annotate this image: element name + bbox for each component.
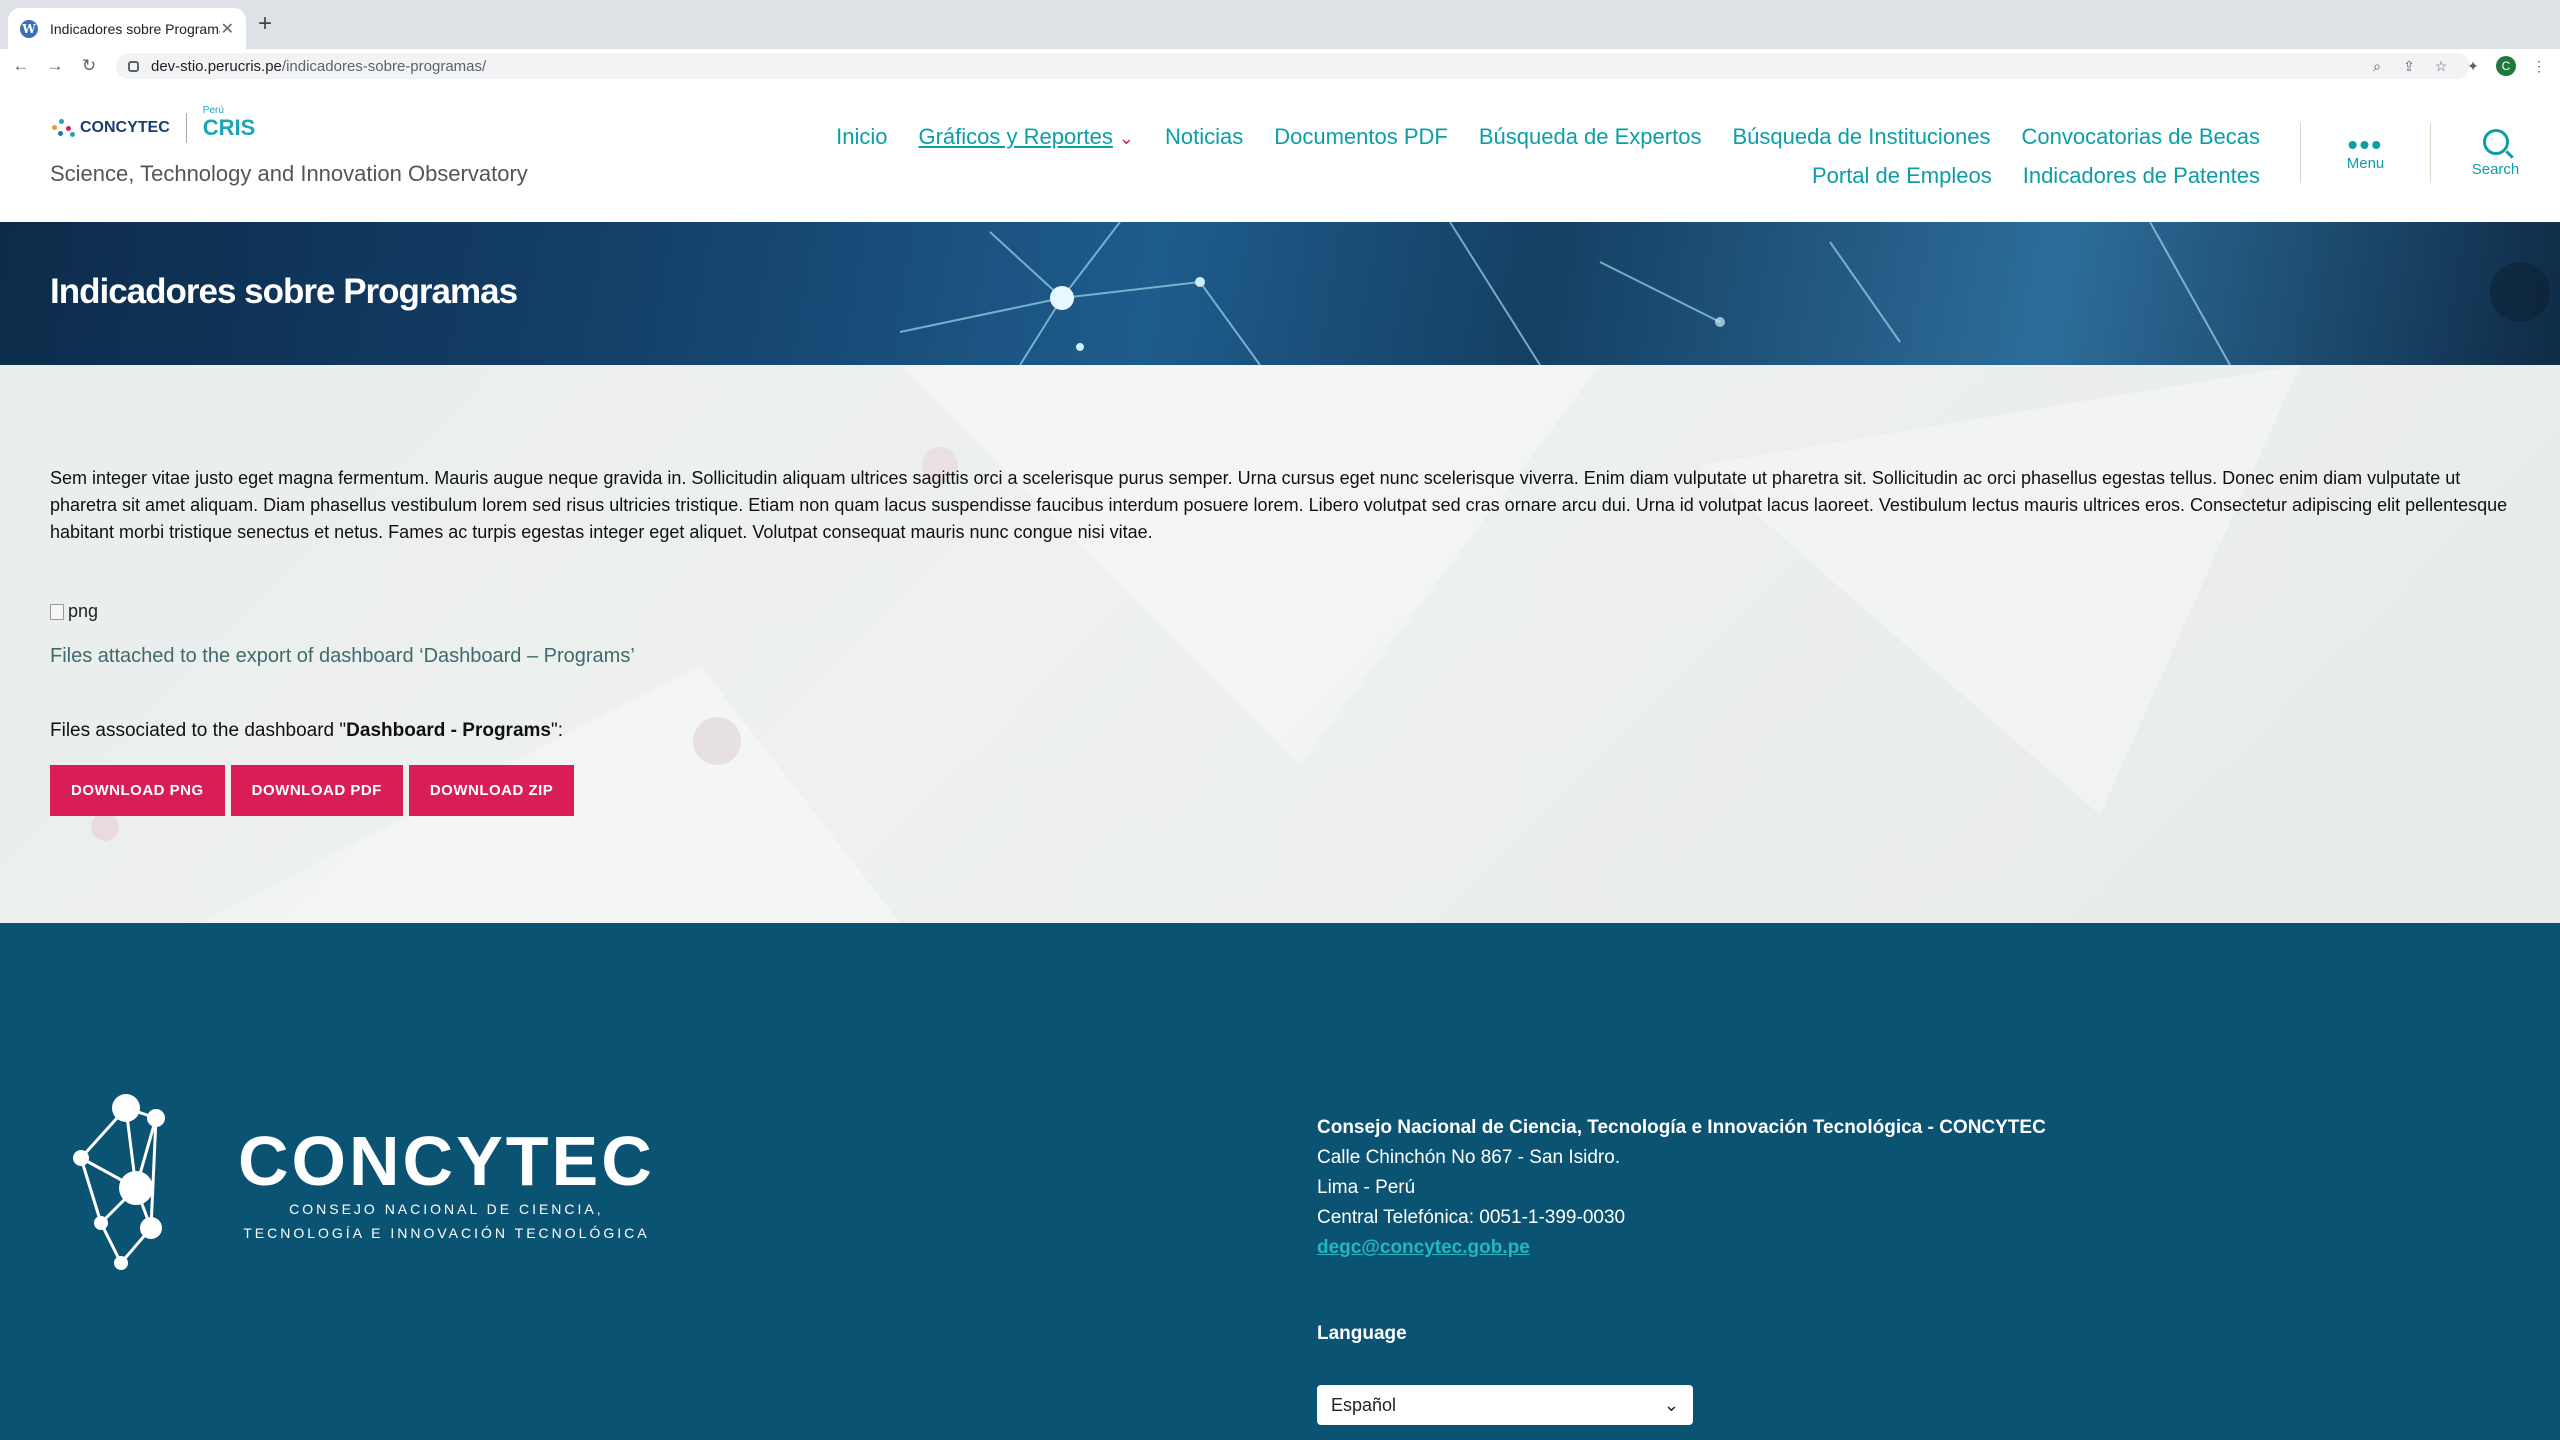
footer-brand: CONCYTEC <box>238 1122 655 1200</box>
browser-tab[interactable]: W Indicadores sobre Programas – ✕ <box>8 8 246 49</box>
nav-item-instituciones[interactable]: Búsqueda de Instituciones <box>1732 118 1990 157</box>
footer-brand-text: CONCYTEC CONSEJO NACIONAL DE CIENCIA, TE… <box>238 1126 655 1244</box>
browser-toolbar: ← → ↻ dev-stio.perucris.pe/indicadores-s… <box>0 49 2560 83</box>
site-header: CONCYTEC Perú CRIS Science, Technology a… <box>0 83 2560 222</box>
back-icon[interactable]: ← <box>8 56 34 76</box>
reload-icon[interactable]: ↻ <box>76 56 102 76</box>
concytec-logo: CONCYTEC <box>50 118 170 138</box>
files-caption: Files attached to the export of dashboar… <box>50 645 635 667</box>
files-suffix: ": <box>550 720 564 741</box>
download-buttons: DOWNLOAD PNG DOWNLOAD PDF DOWNLOAD ZIP <box>50 765 575 816</box>
nav-item-patentes[interactable]: Indicadores de Patentes <box>2023 157 2260 194</box>
search-icon <box>2482 128 2509 155</box>
nav-item-becas[interactable]: Convocatorias de Becas <box>2022 118 2260 157</box>
language-select[interactable]: Español ⌄ <box>1317 1385 1693 1425</box>
nav-row-1: Inicio Gráficos y Reportes ⌄ Noticias Doc… <box>820 118 2260 157</box>
main-content: Sem integer vitae justo eget magna ferme… <box>0 365 2560 923</box>
url-host: dev-stio.perucris.pe <box>151 57 282 75</box>
footer-phone: Central Telefónica: 0051-1-399-0030 <box>1317 1207 1626 1228</box>
extensions-icon[interactable]: ✦ <box>2464 58 2482 75</box>
files-dashboard-name: Dashboard - Programs <box>346 720 551 741</box>
download-zip-button[interactable]: DOWNLOAD ZIP <box>408 765 575 816</box>
zoom-icon[interactable]: ⌕ <box>2368 58 2386 75</box>
search-label: Search <box>2471 160 2520 178</box>
main-navigation: Inicio Gráficos y Reportes ⌄ Noticias Doc… <box>820 118 2260 194</box>
site-tagline: Science, Technology and Innovation Obser… <box>50 161 528 186</box>
chevron-down-icon: ⌄ <box>1663 1394 1679 1415</box>
footer-brand-sub1: CONSEJO NACIONAL DE CIENCIA, <box>289 1201 604 1217</box>
forward-icon[interactable]: → <box>42 56 68 76</box>
lock-icon <box>128 60 139 72</box>
logo-concytec-text: CONCYTEC <box>80 119 170 136</box>
download-png-button[interactable]: DOWNLOAD PNG <box>50 765 225 816</box>
menu-button[interactable]: ••• Menu <box>2300 123 2430 183</box>
image-alt-text: png <box>68 601 99 621</box>
new-tab-icon[interactable]: + <box>258 12 272 36</box>
files-associated-text: Files associated to the dashboard "Dashb… <box>50 720 563 742</box>
close-icon[interactable]: ✕ <box>221 19 234 39</box>
nav-item-graficos-label[interactable]: Gráficos y Reportes <box>918 124 1112 149</box>
site-footer: CONCYTEC CONSEJO NACIONAL DE CIENCIA, TE… <box>0 923 2560 1440</box>
url-path: /indicadores-sobre-programas/ <box>281 57 487 75</box>
profile-avatar[interactable]: C <box>2496 56 2516 76</box>
nav-item-noticias[interactable]: Noticias <box>1165 118 1243 157</box>
logo-divider <box>185 113 187 143</box>
header-toggles: ••• Menu Search <box>2300 123 2560 183</box>
browser-chrome: W Indicadores sobre Programas – ✕ + ← → … <box>0 0 2560 83</box>
network-dots-icon <box>50 118 76 138</box>
footer-org: Consejo Nacional de Ciencia, Tecnología … <box>1317 1117 2046 1138</box>
footer-contact: Consejo Nacional de Ciencia, Tecnología … <box>1317 1113 2046 1263</box>
tab-title: Indicadores sobre Programas – <box>50 20 220 37</box>
files-prefix: Files associated to the dashboard " <box>50 720 347 741</box>
footer-email-link[interactable]: degc@concytec.gob.pe <box>1317 1237 1530 1258</box>
nav-item-empleos[interactable]: Portal de Empleos <box>1812 157 1992 194</box>
intro-paragraph: Sem integer vitae justo eget magna ferme… <box>50 468 2508 542</box>
kebab-menu-icon[interactable]: ⋮ <box>2530 58 2548 75</box>
share-icon[interactable]: ⇪ <box>2400 58 2418 75</box>
search-button[interactable]: Search <box>2430 123 2560 183</box>
page-title: Indicadores sobre Programas <box>50 272 518 311</box>
chevron-down-icon[interactable]: ⌄ <box>1119 128 1134 148</box>
footer-address: Calle Chinchón No 867 - San Isidro. <box>1317 1147 1621 1168</box>
footer-city: Lima - Perú <box>1317 1177 1416 1198</box>
language-label: Language <box>1317 1323 1407 1344</box>
menu-label: Menu <box>2346 154 2385 172</box>
logo-cris-text: CRIS <box>202 115 256 140</box>
address-bar[interactable]: dev-stio.perucris.pe/indicadores-sobre-p… <box>116 53 2470 79</box>
logo-peru-text: Perú <box>202 105 224 116</box>
bookmark-star-icon[interactable]: ☆ <box>2432 58 2450 75</box>
cris-logo: Perú CRIS <box>202 105 256 141</box>
hero-banner: Indicadores sobre Programas <box>0 222 2560 365</box>
language-selected-value: Español <box>1331 1394 1397 1415</box>
nav-item-expertos[interactable]: Búsqueda de Expertos <box>1479 118 1702 157</box>
nav-item-documentos[interactable]: Documentos PDF <box>1274 118 1448 157</box>
wordpress-icon: W <box>20 19 38 38</box>
content-background-graphic <box>91 365 2300 923</box>
footer-logo[interactable]: CONCYTEC CONSEJO NACIONAL DE CIENCIA, TE… <box>66 1088 655 1273</box>
nav-item-inicio[interactable]: Inicio <box>836 118 887 157</box>
ellipsis-icon: ••• <box>2347 128 2384 160</box>
dashboard-image: png <box>50 601 98 622</box>
tab-strip: W Indicadores sobre Programas – ✕ + <box>0 0 2560 49</box>
site-logo[interactable]: CONCYTEC Perú CRIS <box>50 105 256 143</box>
concytec-network-icon <box>73 1094 165 1270</box>
broken-image-icon <box>50 603 64 620</box>
nav-item-graficos[interactable]: Gráficos y Reportes ⌄ <box>918 118 1134 157</box>
nav-row-2: Portal de Empleos Indicadores de Patente… <box>820 157 2260 194</box>
toolbar-actions: ⌕ ⇪ ☆ ✦ C ⋮ <box>2368 49 2560 83</box>
footer-brand-sub2: TECNOLOGÍA E INNOVACIÓN TECNOLÓGICA <box>243 1225 650 1241</box>
download-pdf-button[interactable]: DOWNLOAD PDF <box>230 765 403 816</box>
